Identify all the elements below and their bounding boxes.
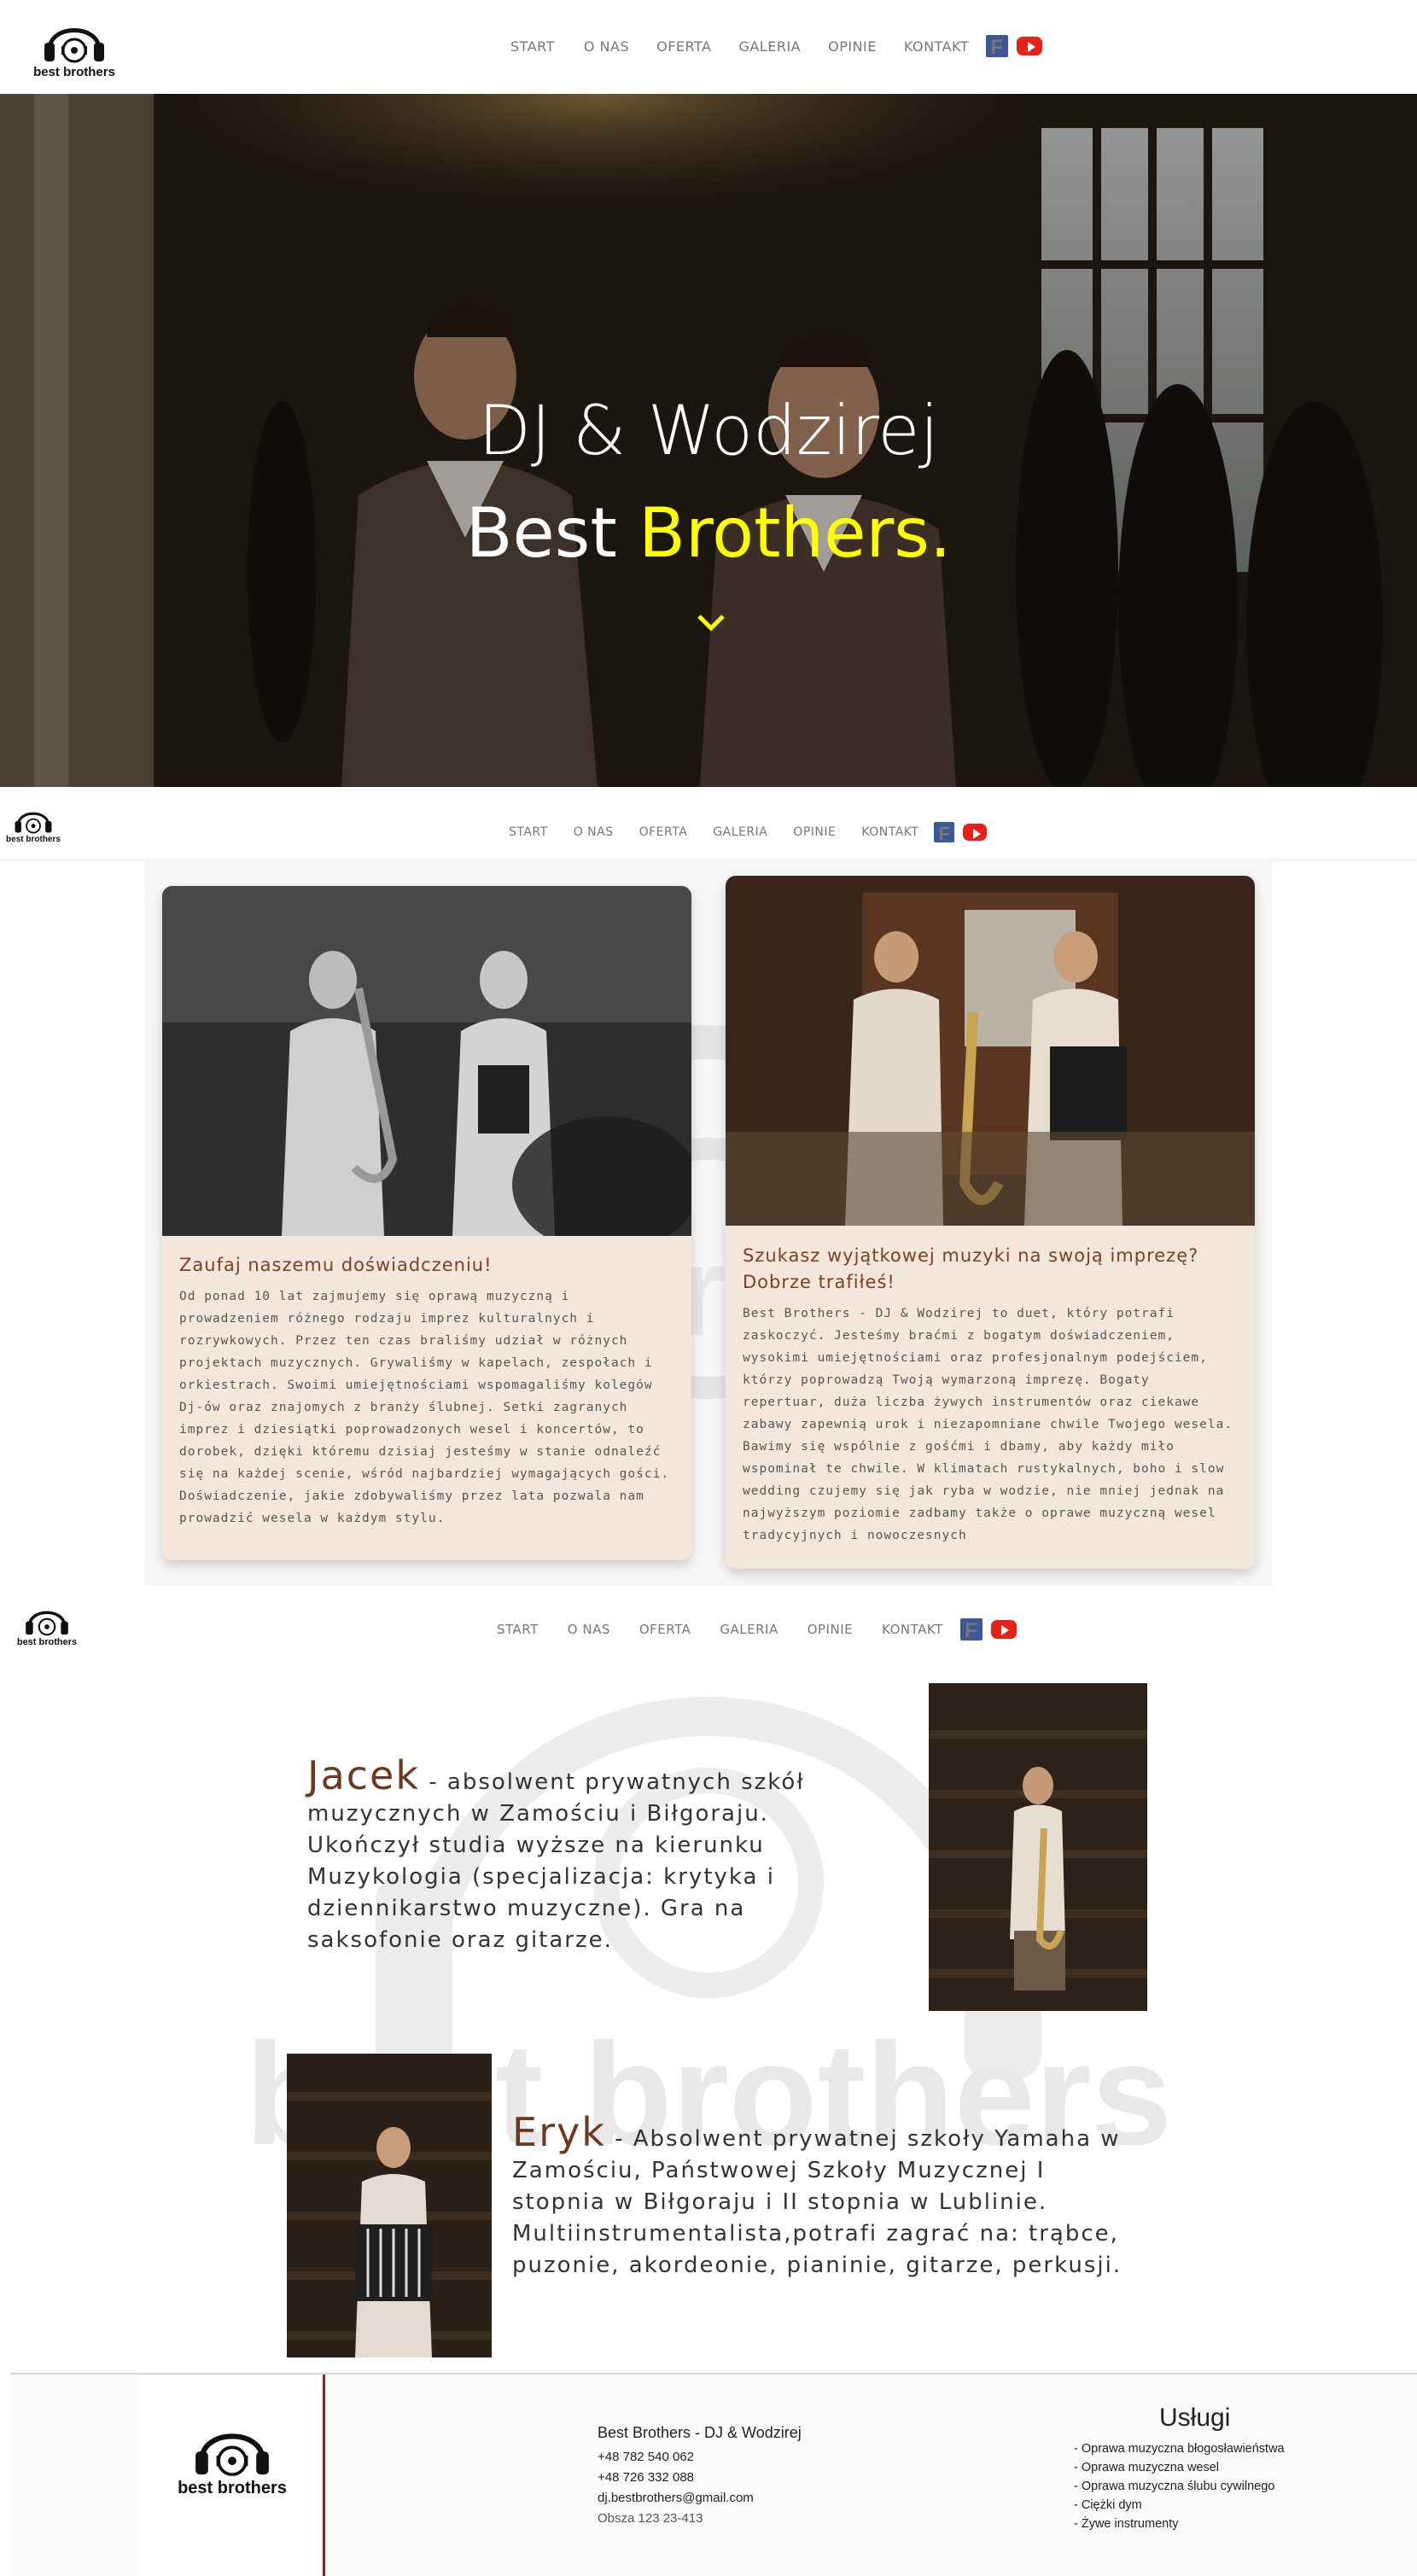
- chevron-down-icon[interactable]: [696, 613, 726, 632]
- hero-title-line2: Best Brothers.: [0, 493, 1417, 573]
- logo-label: best brothers: [16, 1637, 78, 1647]
- sticky-navbar-2: best brothers START O NAS OFERTA GALERIA…: [0, 1586, 1417, 1661]
- nav-kontakt[interactable]: KONTAKT: [904, 38, 969, 55]
- footer-phone-1[interactable]: +48 782 540 062: [598, 2447, 802, 2468]
- footer-address: Obsza 123 23-413: [598, 2511, 703, 2526]
- nav-oferta[interactable]: OFERTA: [656, 38, 711, 55]
- hero-title-line1: DJ & Wodzirej: [478, 391, 939, 470]
- nav-galeria[interactable]: GALERIA: [713, 825, 767, 839]
- logo-label: best brothers: [6, 835, 61, 844]
- headphones-logo-icon: [26, 1611, 68, 1636]
- footer-company: Best Brothers - DJ & Wodzirej: [598, 2424, 802, 2441]
- nav-galeria[interactable]: GALERIA: [738, 38, 801, 55]
- nav-opinie[interactable]: OPINIE: [808, 1622, 853, 1637]
- bw-duo-photo: [162, 886, 691, 1236]
- footer: best brothers Best Brothers - DJ & Wodzi…: [10, 2373, 1417, 2576]
- card-title: Zaufaj naszemu doświadczeniu!: [179, 1255, 493, 1275]
- headphones-logo-icon: [15, 812, 52, 834]
- experience-card: Zaufaj naszemu doświadczeniu! Od ponad 1…: [162, 886, 691, 1560]
- youtube-icon[interactable]: [1017, 37, 1043, 55]
- facebook-icon[interactable]: f: [934, 822, 955, 844]
- youtube-icon[interactable]: [990, 1620, 1017, 1639]
- footer-contact: Best Brothers - DJ & Wodzirej +48 782 54…: [598, 2424, 802, 2529]
- nav-o-nas[interactable]: O NAS: [574, 825, 614, 839]
- nav-galeria[interactable]: GALERIA: [720, 1622, 778, 1637]
- nav-start[interactable]: START: [509, 825, 548, 839]
- nav-kontakt[interactable]: KONTAKT: [861, 825, 918, 839]
- nav-oferta[interactable]: OFERTA: [639, 1622, 691, 1637]
- eryk-photo: [287, 2054, 492, 2357]
- services-title: Usługi: [1159, 2404, 1231, 2432]
- service-item: - Oprawa muzyczna ślubu cywilnego: [1074, 2480, 1275, 2493]
- main-menu: START O NAS OFERTA GALERIA OPINIE KONTAK…: [510, 34, 1043, 59]
- headphones-logo-icon: [195, 2433, 269, 2476]
- hero-banner: DJ & Wodzirej Best Brothers.: [0, 94, 1417, 787]
- footer-logo[interactable]: best brothers: [167, 2414, 297, 2498]
- service-item: - Ciężki dym: [1074, 2498, 1142, 2512]
- nav-start[interactable]: START: [497, 1622, 539, 1637]
- top-navbar: best brothers START O NAS OFERTA GALERIA…: [0, 0, 1417, 94]
- card-text: Best Brothers - DJ & Wodzirej to duet, k…: [743, 1307, 1233, 1542]
- card-text: Od ponad 10 lat zajmujemy się oprawą muz…: [179, 1290, 670, 1525]
- card-title: Szukasz wyjątkowej muzyki na swoją impre…: [743, 1245, 1199, 1292]
- jacek-name: Jacek: [307, 1752, 420, 1798]
- footer-email[interactable]: dj.bestbrothers@gmail.com: [598, 2488, 802, 2509]
- site-logo-small[interactable]: best brothers: [2, 802, 65, 844]
- music-card: Szukasz wyjątkowej muzyki na swoją impre…: [726, 876, 1255, 1569]
- facebook-icon[interactable]: f: [986, 35, 1009, 59]
- nav-o-nas[interactable]: O NAS: [584, 38, 629, 55]
- nav-o-nas[interactable]: O NAS: [568, 1622, 610, 1637]
- color-duo-photo: [726, 876, 1255, 1226]
- site-logo[interactable]: best brothers: [26, 12, 123, 79]
- nav-opinie[interactable]: OPINIE: [793, 825, 836, 839]
- logo-label: best brothers: [178, 2479, 287, 2497]
- nav-kontakt[interactable]: KONTAKT: [882, 1622, 943, 1637]
- footer-phone-2[interactable]: +48 726 332 088: [598, 2468, 802, 2488]
- headphones-logo-icon: [44, 28, 104, 63]
- main-menu: START O NAS OFERTA GALERIA OPINIE KONTAK…: [497, 1618, 1017, 1642]
- jacek-photo: [929, 1683, 1147, 2011]
- hero-title-yellow: Brothers.: [639, 493, 952, 573]
- eryk-bio: Eryk - Absolwent prywatnej szkoły Yamaha…: [512, 2113, 1127, 2282]
- logo-label: best brothers: [33, 65, 115, 79]
- footer-services: Usługi - Oprawa muzyczna błogosławieństw…: [1074, 2404, 1330, 2533]
- eryk-name: Eryk: [512, 2109, 606, 2155]
- sticky-navbar: best brothers START O NAS OFERTA GALERIA…: [0, 787, 1417, 859]
- nav-opinie[interactable]: OPINIE: [828, 38, 877, 55]
- nav-oferta[interactable]: OFERTA: [639, 825, 688, 839]
- service-item: - Żywe instrumenty: [1074, 2517, 1179, 2531]
- jacek-bio: Jacek - absolwent prywatnych szkół muzyc…: [307, 1756, 871, 1956]
- facebook-icon[interactable]: f: [959, 1618, 983, 1642]
- service-item: - Oprawa muzyczna wesel: [1074, 2461, 1220, 2474]
- service-item: - Oprawa muzyczna błogosławieństwa: [1074, 2442, 1285, 2456]
- youtube-icon[interactable]: [963, 824, 988, 841]
- hero-title-white: Best: [465, 493, 639, 573]
- nav-start[interactable]: START: [510, 38, 555, 55]
- team-section: best brothers Jacek - absolwent prywatny…: [0, 1661, 1417, 2373]
- site-logo-small[interactable]: best brothers: [10, 1600, 84, 1647]
- main-menu: START O NAS OFERTA GALERIA OPINIE KONTAK…: [509, 821, 988, 844]
